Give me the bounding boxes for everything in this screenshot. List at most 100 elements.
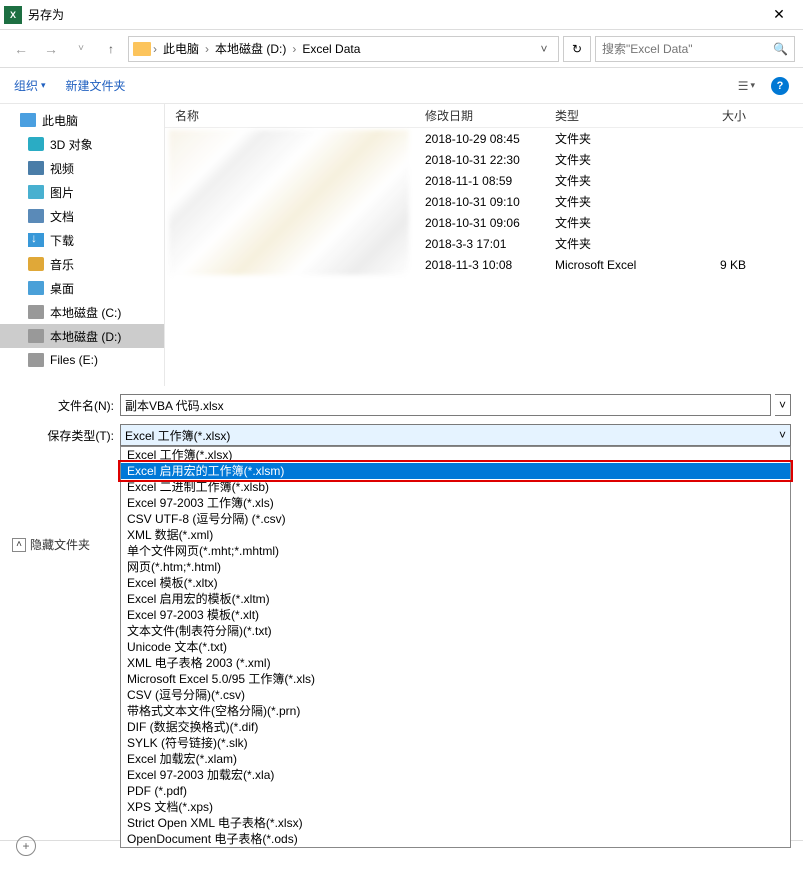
filename-label: 文件名(N): [0,397,120,414]
filename-row: 文件名(N): ˅ [0,390,803,420]
refresh-button[interactable]: ↻ [563,36,591,62]
dropdown-option[interactable]: SYLK (符号链接)(*.slk) [121,735,790,751]
sidebar-item[interactable]: 本地磁盘 (C:) [0,300,164,324]
sidebar-item[interactable]: 本地磁盘 (D:) [0,324,164,348]
main-area: 此电脑 3D 对象视频图片文档下载音乐桌面本地磁盘 (C:) 本地磁盘 (D:) Fi… [0,104,803,386]
sidebar-item[interactable]: Files (E:) [0,348,164,372]
sidebar-item-label: 桌面 [50,280,74,297]
blurred-filenames [169,130,409,275]
chevron-up-icon: ˄ [12,538,26,552]
sidebar-item[interactable]: 文档 [0,204,164,228]
dropdown-option[interactable]: Excel 工作簿(*.xlsx) [121,447,790,463]
desktop-icon [28,281,44,295]
navbar: ← → ˅ ↑ › 此电脑 › 本地磁盘 (D:) › Excel Data ˅… [0,30,803,68]
chevron-right-icon: › [203,42,211,56]
column-type-header[interactable]: 类型 [555,107,660,124]
pic-icon [28,185,44,199]
dropdown-option[interactable]: Unicode 文本(*.txt) [121,639,790,655]
dropdown-option[interactable]: 带格式文本文件(空格分隔)(*.prn) [121,703,790,719]
add-sheet-button[interactable]: + [16,836,36,856]
chevron-right-icon: › [151,42,159,56]
dropdown-option[interactable]: Excel 模板(*.xltx) [121,575,790,591]
breadcrumb-item[interactable]: Excel Data [298,42,364,56]
dl-icon [28,233,44,247]
hide-folders-button[interactable]: ˄ 隐藏文件夹 [12,536,90,553]
sidebar-item[interactable]: 下载 [0,228,164,252]
sidebar-item[interactable]: 视频 [0,156,164,180]
file-date: 2018-3-3 17:01 [425,237,555,251]
dropdown-option[interactable]: 网页(*.htm;*.html) [121,559,790,575]
dropdown-option[interactable]: Excel 97-2003 工作簿(*.xls) [121,495,790,511]
file-date: 2018-10-31 22:30 [425,153,555,167]
address-dropdown-button[interactable]: ˅ [534,42,554,56]
filetype-label: 保存类型(T): [0,427,120,444]
breadcrumb-item[interactable]: 本地磁盘 (D:) [211,40,290,57]
file-date: 2018-10-31 09:06 [425,216,555,230]
sidebar-item[interactable]: 桌面 [0,276,164,300]
dropdown-option[interactable]: Excel 二进制工作簿(*.xlsb) [121,479,790,495]
file-date: 2018-10-31 09:10 [425,195,555,209]
dropdown-option[interactable]: Excel 启用宏的模板(*.xltm) [121,591,790,607]
nav-up-button[interactable]: ↑ [98,36,124,62]
sidebar-item-label: 下载 [50,232,74,249]
dropdown-option[interactable]: CSV (逗号分隔)(*.csv) [121,687,790,703]
dropdown-option[interactable]: 单个文件网页(*.mht;*.mhtml) [121,543,790,559]
list-view-icon: ☰ [738,79,749,93]
nav-forward-button[interactable]: → [38,36,64,62]
dropdown-option[interactable]: DIF (数据交换格式)(*.dif) [121,719,790,735]
drive-icon [28,329,44,343]
dropdown-option[interactable]: Excel 加载宏(*.xlam) [121,751,790,767]
new-folder-button[interactable]: 新建文件夹 [66,77,126,94]
sidebar-item-label: 此电脑 [42,112,78,129]
file-list: 名称 修改日期 类型 大小 2018-10-29 08:45文件夹2018-10… [165,104,803,386]
search-input[interactable] [602,42,773,56]
dropdown-option[interactable]: Microsoft Excel 5.0/95 工作簿(*.xls) [121,671,790,687]
sidebar-item[interactable]: 图片 [0,180,164,204]
dropdown-option[interactable]: PDF (*.pdf) [121,783,790,799]
dropdown-option[interactable]: XML 电子表格 2003 (*.xml) [121,655,790,671]
dropdown-option[interactable]: Strict Open XML 电子表格(*.xlsx) [121,815,790,831]
organize-button[interactable]: 组织▾ [14,77,46,94]
drive-icon [28,305,44,319]
dropdown-option[interactable]: 文本文件(制表符分隔)(*.txt) [121,623,790,639]
file-type: 文件夹 [555,172,660,189]
excel-icon: X [4,6,22,24]
address-bar[interactable]: › 此电脑 › 本地磁盘 (D:) › Excel Data ˅ [128,36,559,62]
dropdown-option[interactable]: OpenDocument 电子表格(*.ods) [121,831,790,847]
file-size: 9 KB [660,258,770,272]
dropdown-option[interactable]: Excel 97-2003 加载宏(*.xla) [121,767,790,783]
column-name-header[interactable]: 名称 [165,107,425,124]
file-date: 2018-10-29 08:45 [425,132,555,146]
nav-back-button[interactable]: ← [8,36,34,62]
dropdown-option[interactable]: CSV UTF-8 (逗号分隔) (*.csv) [121,511,790,527]
filetype-select[interactable]: Excel 工作簿(*.xlsx) ˅ [120,424,791,446]
sidebar-item[interactable]: 音乐 [0,252,164,276]
breadcrumb-item[interactable]: 此电脑 [159,40,203,57]
folder-icon [133,42,151,56]
filename-input[interactable] [120,394,771,416]
file-type: Microsoft Excel [555,258,660,272]
dropdown-option[interactable]: XPS 文档(*.xps) [121,799,790,815]
close-button[interactable]: ✕ [759,1,799,29]
toolbar: 组织▾ 新建文件夹 ☰▾ ? [0,68,803,104]
column-size-header[interactable]: 大小 [660,107,770,124]
file-type: 文件夹 [555,235,660,252]
dropdown-option[interactable]: Excel 启用宏的工作簿(*.xlsm) [121,463,790,479]
sidebar: 此电脑 3D 对象视频图片文档下载音乐桌面本地磁盘 (C:) 本地磁盘 (D:) Fi… [0,104,165,386]
sidebar-item[interactable]: 3D 对象 [0,132,164,156]
column-date-header[interactable]: 修改日期 [425,107,555,124]
sidebar-item[interactable]: 此电脑 [0,108,164,132]
sidebar-item-label: 本地磁盘 (D:) [50,328,121,345]
view-options-button[interactable]: ☰▾ [738,79,755,93]
dropdown-option[interactable]: XML 数据(*.xml) [121,527,790,543]
filetype-value: Excel 工作簿(*.xlsx) [125,427,230,444]
dropdown-option[interactable]: Excel 97-2003 模板(*.xlt) [121,607,790,623]
drive-icon [28,353,44,367]
titlebar: X 另存为 ✕ [0,0,803,30]
search-box[interactable]: 🔍 [595,36,795,62]
list-header: 名称 修改日期 类型 大小 [165,104,803,128]
help-button[interactable]: ? [771,77,789,95]
nav-history-dropdown[interactable]: ˅ [68,36,94,62]
sidebar-item-label: 图片 [50,184,74,201]
filename-dropdown-button[interactable]: ˅ [775,394,791,416]
